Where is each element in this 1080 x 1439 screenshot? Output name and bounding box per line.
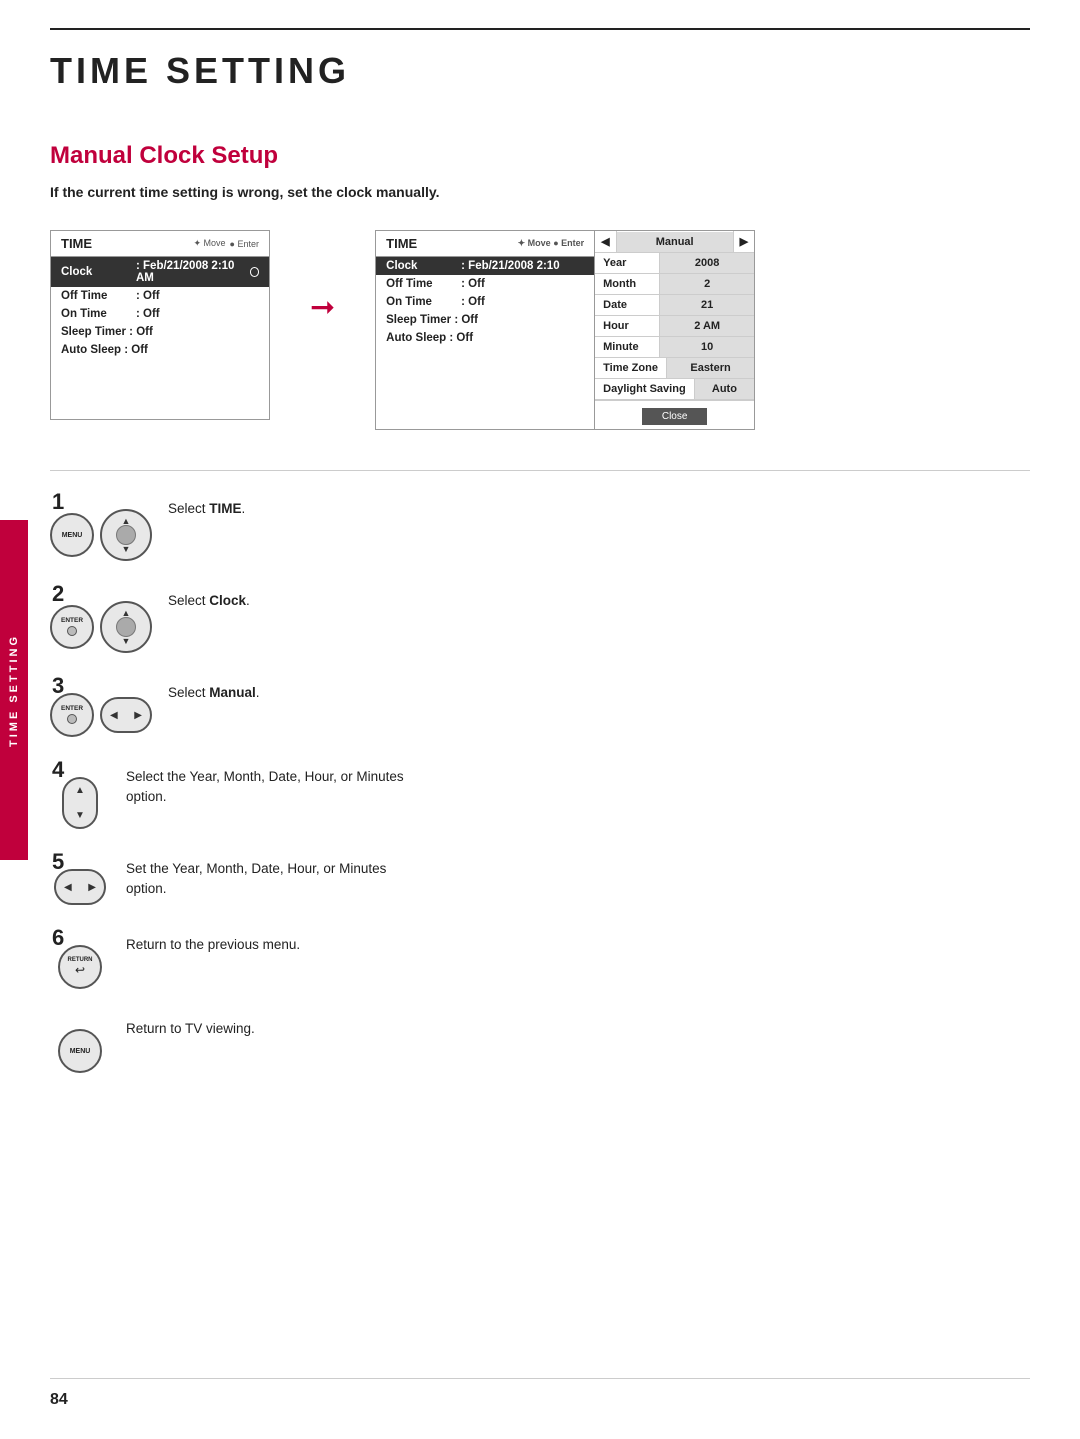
enter-button-icon-2: ENTER (50, 693, 94, 737)
step-2-icons: ENTER ▲ ▼ (50, 601, 152, 653)
step-5-text: Set the Year, Month, Date, Hour, or Minu… (126, 851, 386, 900)
steps-container: 1 MENU ▲ ▼ Select TIME. (50, 491, 1030, 1073)
right-panel-timezone: Time Zone Eastern (595, 358, 754, 379)
time-menu-row-offtime-left: Off Time : Off (51, 287, 269, 305)
side-label: TIME SETTING (0, 520, 28, 860)
time-menu-right-panel: ◀ Manual ▶ Year 2008 Month 2 Date 21 (595, 230, 755, 430)
step-1: 1 MENU ▲ ▼ Select TIME. (50, 491, 1030, 561)
time-menu-left-controls: ✦ Move ● Enter (193, 238, 259, 249)
menu-button-icon: MENU (50, 513, 94, 557)
right-panel-year: Year 2008 (595, 253, 754, 274)
time-menu-right-offtime: Off Time : Off (376, 275, 594, 293)
nav-ud-icon-step4: ▲ ▼ (62, 777, 98, 829)
time-menu-right-ontime: On Time : Off (376, 293, 594, 311)
section-title: Manual Clock Setup (50, 142, 1030, 170)
top-divider (50, 28, 1030, 30)
time-menu-right: TIME ✦ Move ● Enter Clock : Feb/21/2008 … (375, 230, 755, 430)
right-panel-date: Date 21 (595, 295, 754, 316)
step-2-icon-group: 2 ENTER ▲ ▼ (50, 583, 152, 653)
close-button[interactable]: Close (642, 408, 708, 425)
time-menu-right-left: TIME ✦ Move ● Enter Clock : Feb/21/2008 … (375, 230, 595, 430)
step-menu-text: Return to TV viewing. (126, 1011, 255, 1039)
right-panel-month: Month 2 (595, 274, 754, 295)
step-4-text: Select the Year, Month, Date, Hour, or M… (126, 759, 404, 808)
time-menu-row-clock-left: Clock : Feb/21/2008 2:10 AM (51, 257, 269, 287)
step-5: 5 ◀ ▶ Set the Year, Month, Date, Hour, o… (50, 851, 1030, 905)
step-3-icons: ENTER ◀ ▶ (50, 693, 152, 737)
nav-lr-icon-step5: ◀ ▶ (54, 869, 106, 905)
time-menu-left-header: TIME ✦ Move ● Enter (51, 231, 269, 257)
arrow-between-diagrams: ➞ (310, 290, 335, 325)
step-5-icon-group: 5 ◀ ▶ (50, 851, 110, 905)
menu-button-icon-2: MENU (58, 1029, 102, 1073)
nav-ud-icon-step1: ▲ ▼ (100, 509, 152, 561)
time-menu-right-sleep: Sleep Timer : Off (376, 311, 594, 329)
right-panel-daylight: Daylight Saving Auto (595, 379, 754, 400)
step-menu: 0 MENU Return to TV viewing. (50, 1011, 1030, 1073)
step-menu-icon-group: 0 MENU (50, 1011, 110, 1073)
description: If the current time setting is wrong, se… (50, 184, 1030, 200)
right-menu-left-spacer (376, 347, 594, 407)
nav-left-arrow: ◀ (595, 231, 616, 252)
nav-right-arrow: ▶ (733, 231, 754, 252)
page-number: 84 (50, 1391, 68, 1409)
step-2-text: Select Clock. (168, 583, 250, 611)
time-menu-row-ontime-left: On Time : Off (51, 305, 269, 323)
step-menu-icons: MENU (58, 1029, 102, 1073)
enter-button-icon: ENTER (50, 605, 94, 649)
step-6: 6 RETURN ↩ Return to the previous menu. (50, 927, 1030, 989)
right-panel-clock-nav: ◀ Manual ▶ (595, 231, 754, 252)
time-menu-left-title: TIME (61, 236, 92, 251)
right-panel-hour: Hour 2 AM (595, 316, 754, 337)
main-content: TIME SETTING Manual Clock Setup If the c… (50, 40, 1030, 1095)
step-4-icon-group: 4 ▲ ▼ (50, 759, 110, 829)
right-panel-nav-header: ◀ Manual ▶ (595, 231, 754, 253)
time-menu-right-autosleep: Auto Sleep : Off (376, 329, 594, 347)
time-menu-right-header: TIME ✦ Move ● Enter (376, 231, 594, 257)
time-menu-row-sleep-left: Sleep Timer : Off (51, 323, 269, 341)
right-panel-minute: Minute 10 (595, 337, 754, 358)
nav-manual-label: Manual (617, 232, 733, 252)
section-divider (50, 470, 1030, 471)
time-menu-right-clock: Clock : Feb/21/2008 2:10 (376, 257, 594, 275)
step-1-text: Select TIME. (168, 491, 245, 519)
return-button-icon: RETURN ↩ (58, 945, 102, 989)
step-4-icons: ▲ ▼ (62, 777, 98, 829)
step-6-text: Return to the previous menu. (126, 927, 300, 955)
bottom-divider (50, 1378, 1030, 1379)
nav-ud-icon-step2: ▲ ▼ (100, 601, 152, 653)
step-1-icons: MENU ▲ ▼ (50, 509, 152, 561)
right-panel-close: Close (595, 400, 754, 429)
step-4: 4 ▲ ▼ Select the Year, Month, Date, Hour… (50, 759, 1030, 829)
diagrams-row: TIME ✦ Move ● Enter Clock : Feb/21/2008 … (50, 230, 1030, 430)
step-1-icon-group: 1 MENU ▲ ▼ (50, 491, 152, 561)
time-menu-right-title: TIME (386, 236, 417, 251)
step-3-text: Select Manual. (168, 675, 260, 703)
step-6-icons: RETURN ↩ (58, 945, 102, 989)
menu-left-spacer (51, 359, 269, 419)
step-5-icons: ◀ ▶ (54, 869, 106, 905)
time-menu-left: TIME ✦ Move ● Enter Clock : Feb/21/2008 … (50, 230, 270, 420)
time-menu-row-autosleep-left: Auto Sleep : Off (51, 341, 269, 359)
page-title: TIME SETTING (50, 50, 1030, 92)
step-6-icon-group: 6 RETURN ↩ (50, 927, 110, 989)
step-2: 2 ENTER ▲ ▼ Select Clock. (50, 583, 1030, 653)
nav-lr-icon-step3: ◀ ▶ (100, 697, 152, 733)
step-3-icon-group: 3 ENTER ◀ ▶ (50, 675, 152, 737)
step-3: 3 ENTER ◀ ▶ Select Manual. (50, 675, 1030, 737)
